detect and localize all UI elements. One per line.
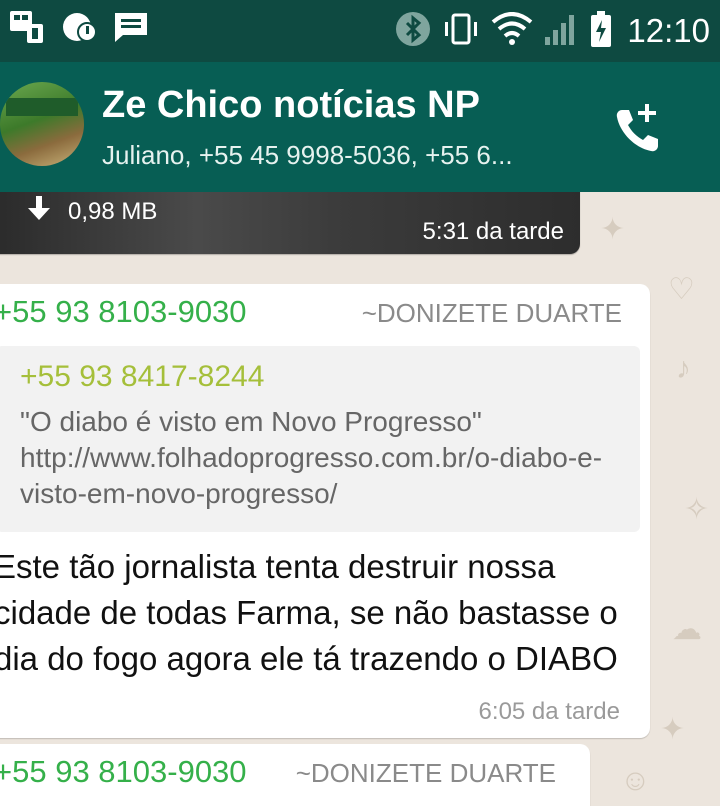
group-members[interactable]: Juliano, +55 45 9998-5036, +55 6... (102, 140, 602, 171)
media-size: 0,98 MB (68, 197, 158, 225)
wallpaper-star-icon: ✦ (660, 713, 686, 746)
sim-toolkit-icon (8, 8, 46, 46)
quoted-message[interactable]: +55 93 8417-8244 "O diabo é visto em Nov… (0, 346, 640, 532)
vibrate-icon (441, 11, 481, 52)
wallpaper-cloud-icon: ☁ (672, 613, 702, 646)
add-call-icon[interactable] (608, 100, 668, 160)
battery-icon (589, 10, 613, 53)
media-message[interactable]: 0,98 MB 5:31 da tarde (0, 192, 580, 254)
chat-header[interactable]: Ze Chico notícias NP Juliano, +55 45 999… (0, 62, 720, 192)
download-arrow-icon (26, 194, 52, 229)
sender-push-name: ~DONIZETE DUARTE (361, 298, 622, 328)
wifi-icon (491, 11, 533, 51)
sender-number[interactable]: +55 93 8103-9030 (0, 294, 247, 330)
message-time: 5:31 da tarde (422, 218, 564, 245)
quoted-text: "O diabo é visto em Novo Progresso" http… (20, 406, 603, 509)
message-icon (112, 8, 150, 46)
alert-icon (60, 8, 98, 46)
group-avatar[interactable] (0, 82, 84, 166)
message-time: 6:05 da tarde (478, 698, 620, 725)
group-title[interactable]: Ze Chico notícias NP (102, 84, 480, 127)
bluetooth-icon (395, 11, 431, 52)
message-bubble[interactable]: +55 93 8103-9030 ~DONIZETE DUARTE +55 93… (0, 284, 650, 738)
wallpaper-star-icon: ✧ (684, 493, 710, 526)
sender-number[interactable]: +55 93 8103-9030 (0, 754, 247, 790)
wallpaper-smile-icon: ☺ (620, 764, 651, 797)
wallpaper-note-icon: ♪ (676, 352, 691, 385)
message-text: Este tão jornalista tenta destruir nossa… (0, 548, 618, 677)
signal-icon (543, 11, 579, 52)
chat-area[interactable]: ✦ ♡ ♪ ✧ ☁ ✦ ☺ 0,98 MB 5:31 da tarde +55 … (0, 192, 720, 806)
download-button[interactable]: 0,98 MB (26, 194, 157, 229)
message-bubble[interactable]: +55 93 8103-9030 ~DONIZETE DUARTE (0, 744, 590, 806)
wallpaper-heart-icon: ♡ (668, 273, 695, 306)
sender-push-name: ~DONIZETE DUARTE (295, 758, 556, 788)
status-bar: 12:10 (0, 0, 720, 62)
avatar-banner (6, 98, 78, 116)
wallpaper-star-icon: ✦ (600, 213, 626, 246)
quoted-sender: +55 93 8417-8244 (20, 360, 265, 393)
clock: 12:10 (627, 12, 710, 49)
